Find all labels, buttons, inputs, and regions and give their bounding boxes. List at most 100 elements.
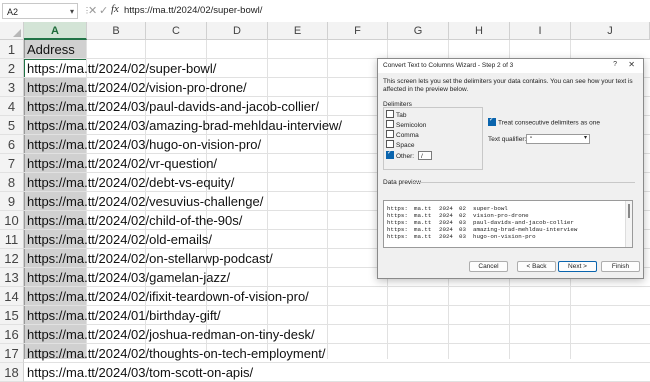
checkbox-icon	[386, 130, 394, 139]
table-cell[interactable]: https://ma.tt/2024/02/thoughts-on-tech-e…	[27, 344, 325, 363]
checkbox-icon	[386, 120, 394, 129]
column-header-d[interactable]: D	[207, 22, 268, 40]
preview-cell: 2024	[439, 233, 453, 240]
column-header-h[interactable]: H	[449, 22, 510, 40]
preview-cell: ma.tt	[414, 212, 432, 219]
preview-cell: 2024	[439, 219, 453, 226]
preview-cell: https:	[387, 233, 408, 240]
column-header-j[interactable]: J	[571, 22, 650, 40]
delimiter-semicolon-checkbox[interactable]: Semicolon	[386, 120, 427, 130]
cancel-entry-icon[interactable]: ✕	[88, 4, 97, 17]
delimiter-label: Tab	[396, 112, 407, 119]
preview-cell: https:	[387, 212, 408, 219]
preview-cell: 2024	[439, 212, 453, 219]
table-cell[interactable]: https://ma.tt/2024/03/paul-davids-and-ja…	[27, 97, 319, 116]
preview-cell: https:	[387, 226, 408, 233]
table-cell[interactable]: https://ma.tt/2024/02/debt-vs-equity/	[27, 173, 234, 192]
back-button[interactable]: < Back	[517, 261, 556, 272]
row-header[interactable]: 15	[0, 306, 24, 325]
row-header[interactable]: 9	[0, 192, 24, 211]
row-header[interactable]: 8	[0, 173, 24, 192]
table-cell[interactable]: https://ma.tt/2024/02/joshua-redman-on-t…	[27, 325, 315, 344]
header-cell[interactable]: Address	[27, 40, 75, 59]
delimiter-comma-checkbox[interactable]: Comma	[386, 130, 419, 140]
table-cell[interactable]: https://ma.tt/2024/02/vision-pro-drone/	[27, 78, 247, 97]
row-header[interactable]: 7	[0, 154, 24, 173]
delimiter-label: Semicolon	[396, 122, 427, 129]
row-header[interactable]: 6	[0, 135, 24, 154]
table-cell[interactable]: https://ma.tt/2024/02/on-stellarwp-podca…	[27, 249, 273, 268]
preview-cell: 02	[459, 205, 466, 212]
column-header-c[interactable]: C	[146, 22, 207, 40]
column-header-b[interactable]: B	[87, 22, 146, 40]
table-cell[interactable]: https://ma.tt/2024/02/vr-question/	[27, 154, 217, 173]
close-icon[interactable]: ✕	[628, 60, 635, 69]
row-header[interactable]: 14	[0, 287, 24, 306]
text-qualifier-label: Text qualifier:	[488, 136, 527, 143]
dialog-description: This screen lets you set the delimiters …	[383, 78, 633, 93]
column-header-a[interactable]: A	[24, 22, 87, 40]
checkbox-icon	[386, 140, 394, 149]
row-header[interactable]: 18	[0, 363, 24, 382]
formula-input[interactable]: https://ma.tt/2024/02/super-bowl/	[124, 5, 262, 16]
preview-cell: 03	[459, 226, 466, 233]
dialog-titlebar: Convert Text to Columns Wizard - Step 2 …	[378, 59, 643, 73]
table-cell[interactable]: https://ma.tt/2024/02/ifixit-teardown-of…	[27, 287, 309, 306]
table-cell[interactable]: https://ma.tt/2024/03/amazing-brad-mehld…	[27, 116, 342, 135]
row-header[interactable]: 12	[0, 249, 24, 268]
table-cell[interactable]: https://ma.tt/2024/02/child-of-the-90s/	[27, 211, 242, 230]
consecutive-delimiters-checkbox[interactable]: Treat consecutive delimiters as one	[488, 116, 601, 127]
column-header-f[interactable]: F	[328, 22, 388, 40]
text-qualifier-value: "	[530, 136, 533, 143]
preview-cell: ma.tt	[414, 226, 432, 233]
row-header[interactable]: 11	[0, 230, 24, 249]
insert-function-button[interactable]: fx	[111, 3, 119, 15]
select-all-button[interactable]	[0, 22, 24, 40]
row-header[interactable]: 3	[0, 78, 24, 97]
table-cell[interactable]: https://ma.tt/2024/02/vesuvius-challenge…	[27, 192, 263, 211]
row-header[interactable]: 17	[0, 344, 24, 363]
chevron-down-icon: ▾	[583, 135, 587, 141]
finish-button[interactable]: Finish	[601, 261, 640, 272]
chevron-down-icon[interactable]: ▾	[70, 4, 74, 20]
column-header-e[interactable]: E	[268, 22, 328, 40]
row-header[interactable]: 1	[0, 40, 24, 59]
scrollbar[interactable]	[625, 201, 632, 247]
preview-cell: 03	[459, 233, 466, 240]
checkbox-icon	[386, 149, 394, 160]
consecutive-label: Treat consecutive delimiters as one	[498, 119, 601, 127]
delimiter-other-checkbox[interactable]: Other:	[386, 149, 414, 161]
confirm-entry-icon[interactable]: ✓	[99, 4, 108, 17]
dialog-title: Convert Text to Columns Wizard - Step 2 …	[383, 62, 514, 69]
text-to-columns-dialog: Convert Text to Columns Wizard - Step 2 …	[377, 58, 644, 279]
row-header[interactable]: 10	[0, 211, 24, 230]
row-header[interactable]: 5	[0, 116, 24, 135]
row-header[interactable]: 2	[0, 59, 24, 78]
gridline	[327, 40, 328, 359]
row-header[interactable]: 13	[0, 268, 24, 287]
column-header-i[interactable]: I	[510, 22, 571, 40]
cancel-button[interactable]: Cancel	[469, 261, 508, 272]
preview-cell: paul-davids-and-jacob-collier	[473, 219, 574, 226]
table-cell[interactable]: https://ma.tt/2024/02/old-emails/	[27, 230, 212, 249]
checkbox-icon	[386, 110, 394, 119]
preview-cell: hugo-on-vision-pro	[473, 233, 536, 240]
table-cell[interactable]: https://ma.tt/2024/03/hugo-on-vision-pro…	[27, 135, 261, 154]
help-icon[interactable]: ?	[613, 61, 617, 68]
next-button[interactable]: Next >	[558, 261, 597, 272]
table-cell[interactable]: https://ma.tt/2024/02/super-bowl/	[27, 59, 216, 78]
table-cell[interactable]: https://ma.tt/2024/03/gamelan-jazz/	[27, 268, 230, 287]
row-header[interactable]: 4	[0, 97, 24, 116]
table-cell[interactable]: https://ma.tt/2024/01/birthday-gift/	[27, 306, 221, 325]
text-qualifier-select[interactable]: " ▾	[526, 134, 590, 144]
delimiter-tab-checkbox[interactable]: Tab	[386, 110, 407, 120]
row-header[interactable]: 16	[0, 325, 24, 344]
preview-cell: https:	[387, 219, 408, 226]
data-preview[interactable]: https: ma.tt 2024 02 super-bowl https: ma.tt 20…	[383, 200, 633, 248]
table-cell[interactable]: https://ma.tt/2024/03/tom-scott-on-apis/	[27, 363, 253, 382]
name-box[interactable]: A2 ▾	[2, 3, 78, 19]
scrollbar-thumb[interactable]	[628, 204, 630, 218]
preview-cell: 2024	[439, 205, 453, 212]
column-header-g[interactable]: G	[388, 22, 449, 40]
other-delimiter-input[interactable]: /	[418, 151, 432, 160]
